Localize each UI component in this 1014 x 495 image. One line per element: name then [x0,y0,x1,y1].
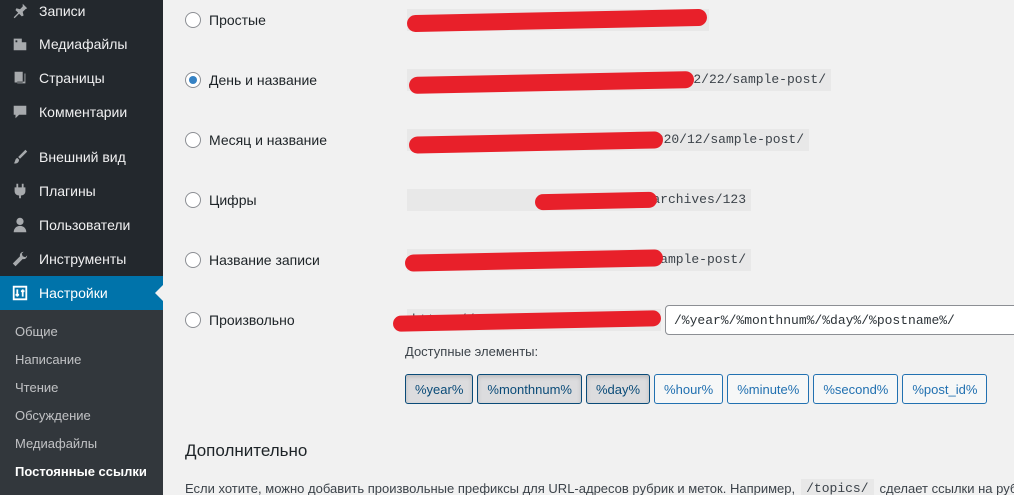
radio-numeric[interactable] [185,192,201,208]
tag-day-button[interactable]: %day% [585,374,651,404]
option-label: День и название [209,72,318,88]
menu-label: Комментарии [39,104,128,120]
submenu-reading[interactable]: Чтение [15,380,58,395]
option-numeric[interactable]: Цифры [185,192,257,208]
menu-label: Настройки [39,285,108,301]
option-label: Цифры [209,192,257,208]
radio-month-name[interactable] [185,132,201,148]
menu-label: Инструменты [39,251,127,267]
option-post-name[interactable]: Название записи [185,252,320,268]
menu-item-pages[interactable]: Страницы [0,61,163,95]
menu-label: Внешний вид [39,149,126,165]
tag-minute-button[interactable]: %minute% [727,374,810,404]
radio-day-name[interactable] [185,72,201,88]
radio-custom[interactable] [185,312,201,328]
radio-plain[interactable] [185,12,201,28]
option-plain[interactable]: Простые [185,12,266,28]
pin-icon [10,1,30,21]
menu-item-users[interactable]: Пользователи [0,208,163,242]
custom-structure-input[interactable] [665,305,1014,335]
available-tags-label: Доступные элементы: [405,344,539,359]
menu-label: Записи [39,3,86,19]
option-custom[interactable]: Произвольно [185,312,295,328]
tag-second-button[interactable]: %second% [813,374,899,404]
radio-post-name[interactable] [185,252,201,268]
plugin-icon [10,181,30,201]
option-day-name[interactable]: День и название [185,72,317,88]
optional-desc-before: Если хотите, можно добавить произвольные… [185,481,796,495]
tag-monthnum-button[interactable]: %monthnum% [477,374,582,404]
submenu-media[interactable]: Медиафайлы [15,436,97,451]
menu-label: Страницы [39,70,105,86]
menu-item-media[interactable]: Медиафайлы [0,27,163,61]
permalink-settings: Простые День и название Месяц и название… [163,0,1014,495]
option-label: Название записи [209,252,320,268]
menu-label: Медиафайлы [39,36,128,52]
menu-item-tools[interactable]: Инструменты [0,242,163,276]
tag-hour-button[interactable]: %hour% [654,374,724,404]
comment-icon [10,102,30,122]
optional-desc-code: /topics/ [801,479,874,495]
brush-icon [10,147,30,167]
optional-description: Если хотите, можно добавить произвольные… [185,479,1014,495]
admin-sidebar: Записи Медиафайлы Страницы Комментарии В… [0,0,163,495]
settings-submenu: Общие Написание Чтение Обсуждение Медиаф… [0,310,163,495]
submenu-permalinks[interactable]: Постоянные ссылки [15,464,147,479]
menu-label: Плагины [39,183,96,199]
tag-year-button[interactable]: %year% [405,374,474,404]
option-label: Простые [209,12,266,28]
optional-desc-after: сделает ссылки на рубри [879,481,1014,495]
menu-item-appearance[interactable]: Внешний вид [0,140,163,174]
menu-item-settings[interactable]: Настройки [0,276,163,310]
menu-item-posts[interactable]: Записи [0,0,163,28]
option-month-name[interactable]: Месяц и название [185,132,327,148]
option-label: Произвольно [209,312,295,328]
redaction-mark [534,191,658,211]
optional-section-title: Дополнительно [185,441,308,460]
menu-item-plugins[interactable]: Плагины [0,174,163,208]
settings-icon [10,283,30,303]
submenu-writing[interactable]: Написание [15,352,81,367]
tag-post-id-button[interactable]: %post_id% [902,374,988,404]
media-icon [10,34,30,54]
available-tags: %year% %monthnum% %day% %hour% %minute% … [405,374,988,404]
submenu-general[interactable]: Общие [15,324,58,339]
users-icon [10,215,30,235]
wrench-icon [10,249,30,269]
option-label: Месяц и название [209,132,327,148]
pages-icon [10,68,30,88]
menu-item-comments[interactable]: Комментарии [0,95,163,129]
submenu-discussion[interactable]: Обсуждение [15,408,91,423]
menu-label: Пользователи [39,217,131,233]
